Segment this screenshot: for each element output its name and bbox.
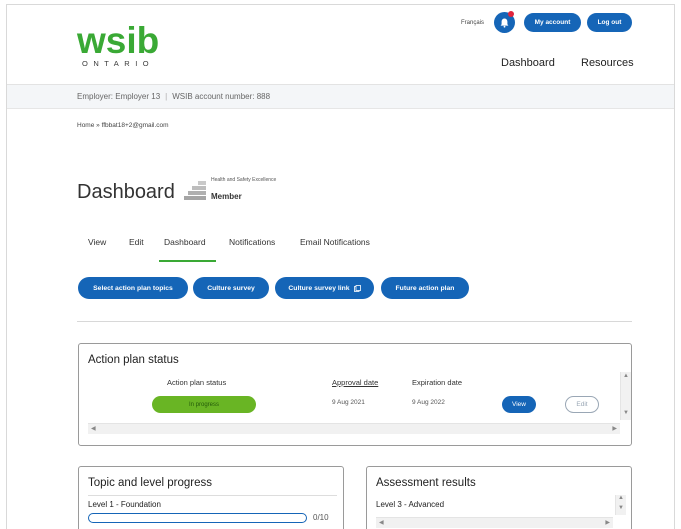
level-label: Level 1 - Foundation (88, 500, 161, 509)
future-action-plan-button[interactable]: Future action plan (381, 277, 469, 299)
assessment-scroll-down-arrow[interactable]: ▼ (618, 505, 624, 511)
employer-name: Employer: Employer 13 (77, 92, 161, 101)
tab-email-notifications[interactable]: Email Notifications (300, 237, 370, 247)
approval-date: 9 Aug 2021 (332, 399, 365, 406)
topic-level-progress-panel: Topic and level progress Level 1 - Found… (78, 466, 344, 529)
logout-button[interactable]: Log out (587, 13, 632, 32)
strip-separator: | (165, 92, 168, 101)
breadcrumb[interactable]: Home » ffbbat18+2@gmail.com (77, 122, 169, 129)
notifications-button[interactable] (494, 11, 515, 33)
assessment-vertical-scrollbar[interactable]: ▲ ▼ (615, 495, 626, 515)
scroll-up-arrow[interactable]: ▲ (623, 373, 629, 379)
edit-button[interactable]: Edit (565, 396, 599, 413)
language-link[interactable]: Français (461, 20, 484, 26)
assessment-scroll-right-arrow[interactable]: ▶ (605, 519, 610, 526)
title-underline (88, 495, 337, 496)
page-title: Dashboard (77, 181, 175, 203)
browser-frame: wsib ONTARIO Français My account Log out… (6, 4, 675, 529)
scroll-left-arrow[interactable]: ◀ (91, 425, 96, 432)
scroll-down-arrow[interactable]: ▼ (623, 410, 629, 416)
assessment-scroll-left-arrow[interactable]: ◀ (379, 519, 384, 526)
bell-icon (500, 18, 509, 28)
select-action-plan-topics-button[interactable]: Select action plan topics (78, 277, 188, 299)
culture-survey-link-button[interactable]: Culture survey link (275, 277, 374, 299)
assessment-results-title: Assessment results (376, 477, 476, 489)
nav-dashboard[interactable]: Dashboard (501, 57, 555, 69)
culture-survey-link-label: Culture survey link (288, 284, 350, 292)
dashboard-tabs: View Edit Dashboard Notifications Email … (77, 233, 377, 263)
section-divider (77, 321, 632, 322)
logo-subtitle: ONTARIO (82, 59, 155, 68)
wsib-logo[interactable]: wsib ONTARIO (77, 20, 160, 68)
notification-dot (508, 11, 514, 17)
tab-dashboard[interactable]: Dashboard (164, 237, 206, 247)
tab-view[interactable]: View (88, 237, 106, 247)
expiration-date: 9 Aug 2022 (412, 399, 445, 406)
col-header-expiration-date: Expiration date (412, 378, 463, 387)
action-plan-status-panel: Action plan status Action plan status Ap… (78, 343, 632, 446)
action-plan-status-title: Action plan status (88, 354, 179, 366)
my-account-button[interactable]: My account (524, 13, 581, 32)
assessment-horizontal-scrollbar[interactable]: ◀ ▶ (376, 517, 613, 528)
copy-icon (353, 284, 361, 292)
badge-level: Member (211, 192, 242, 201)
logo-wordmark: wsib (77, 20, 160, 61)
tab-notifications[interactable]: Notifications (229, 237, 275, 247)
tab-edit[interactable]: Edit (129, 237, 144, 247)
nav-resources[interactable]: Resources (581, 57, 634, 69)
site-header: wsib ONTARIO Français My account Log out… (7, 5, 674, 85)
culture-survey-button[interactable]: Culture survey (193, 277, 269, 299)
vertical-scrollbar[interactable]: ▲ ▼ (620, 372, 631, 420)
view-button[interactable]: View (502, 396, 536, 413)
level-progress-bar (88, 513, 307, 523)
account-number: WSIB account number: 888 (172, 92, 271, 101)
assessment-scroll-up-arrow[interactable]: ▲ (618, 495, 624, 501)
badge-steps-icon (184, 181, 206, 200)
scroll-right-arrow[interactable]: ▶ (612, 425, 617, 432)
assessment-level-label: Level 3 - Advanced (376, 500, 445, 509)
horizontal-scrollbar[interactable]: ◀ ▶ (88, 423, 620, 434)
status-badge: In progress (152, 396, 256, 413)
active-tab-indicator (159, 260, 216, 262)
level-count: 0/10 (313, 513, 329, 522)
col-header-status: Action plan status (167, 378, 227, 387)
badge-program-name: Health and Safety Excellence (211, 177, 277, 183)
employer-strip: Employer: Employer 13 | WSIB account numbe… (7, 85, 674, 109)
topic-level-progress-title: Topic and level progress (88, 477, 213, 489)
assessment-results-panel: Assessment results Level 3 - Advanced ▲ … (366, 466, 632, 529)
col-header-approval-date[interactable]: Approval date (332, 378, 378, 387)
